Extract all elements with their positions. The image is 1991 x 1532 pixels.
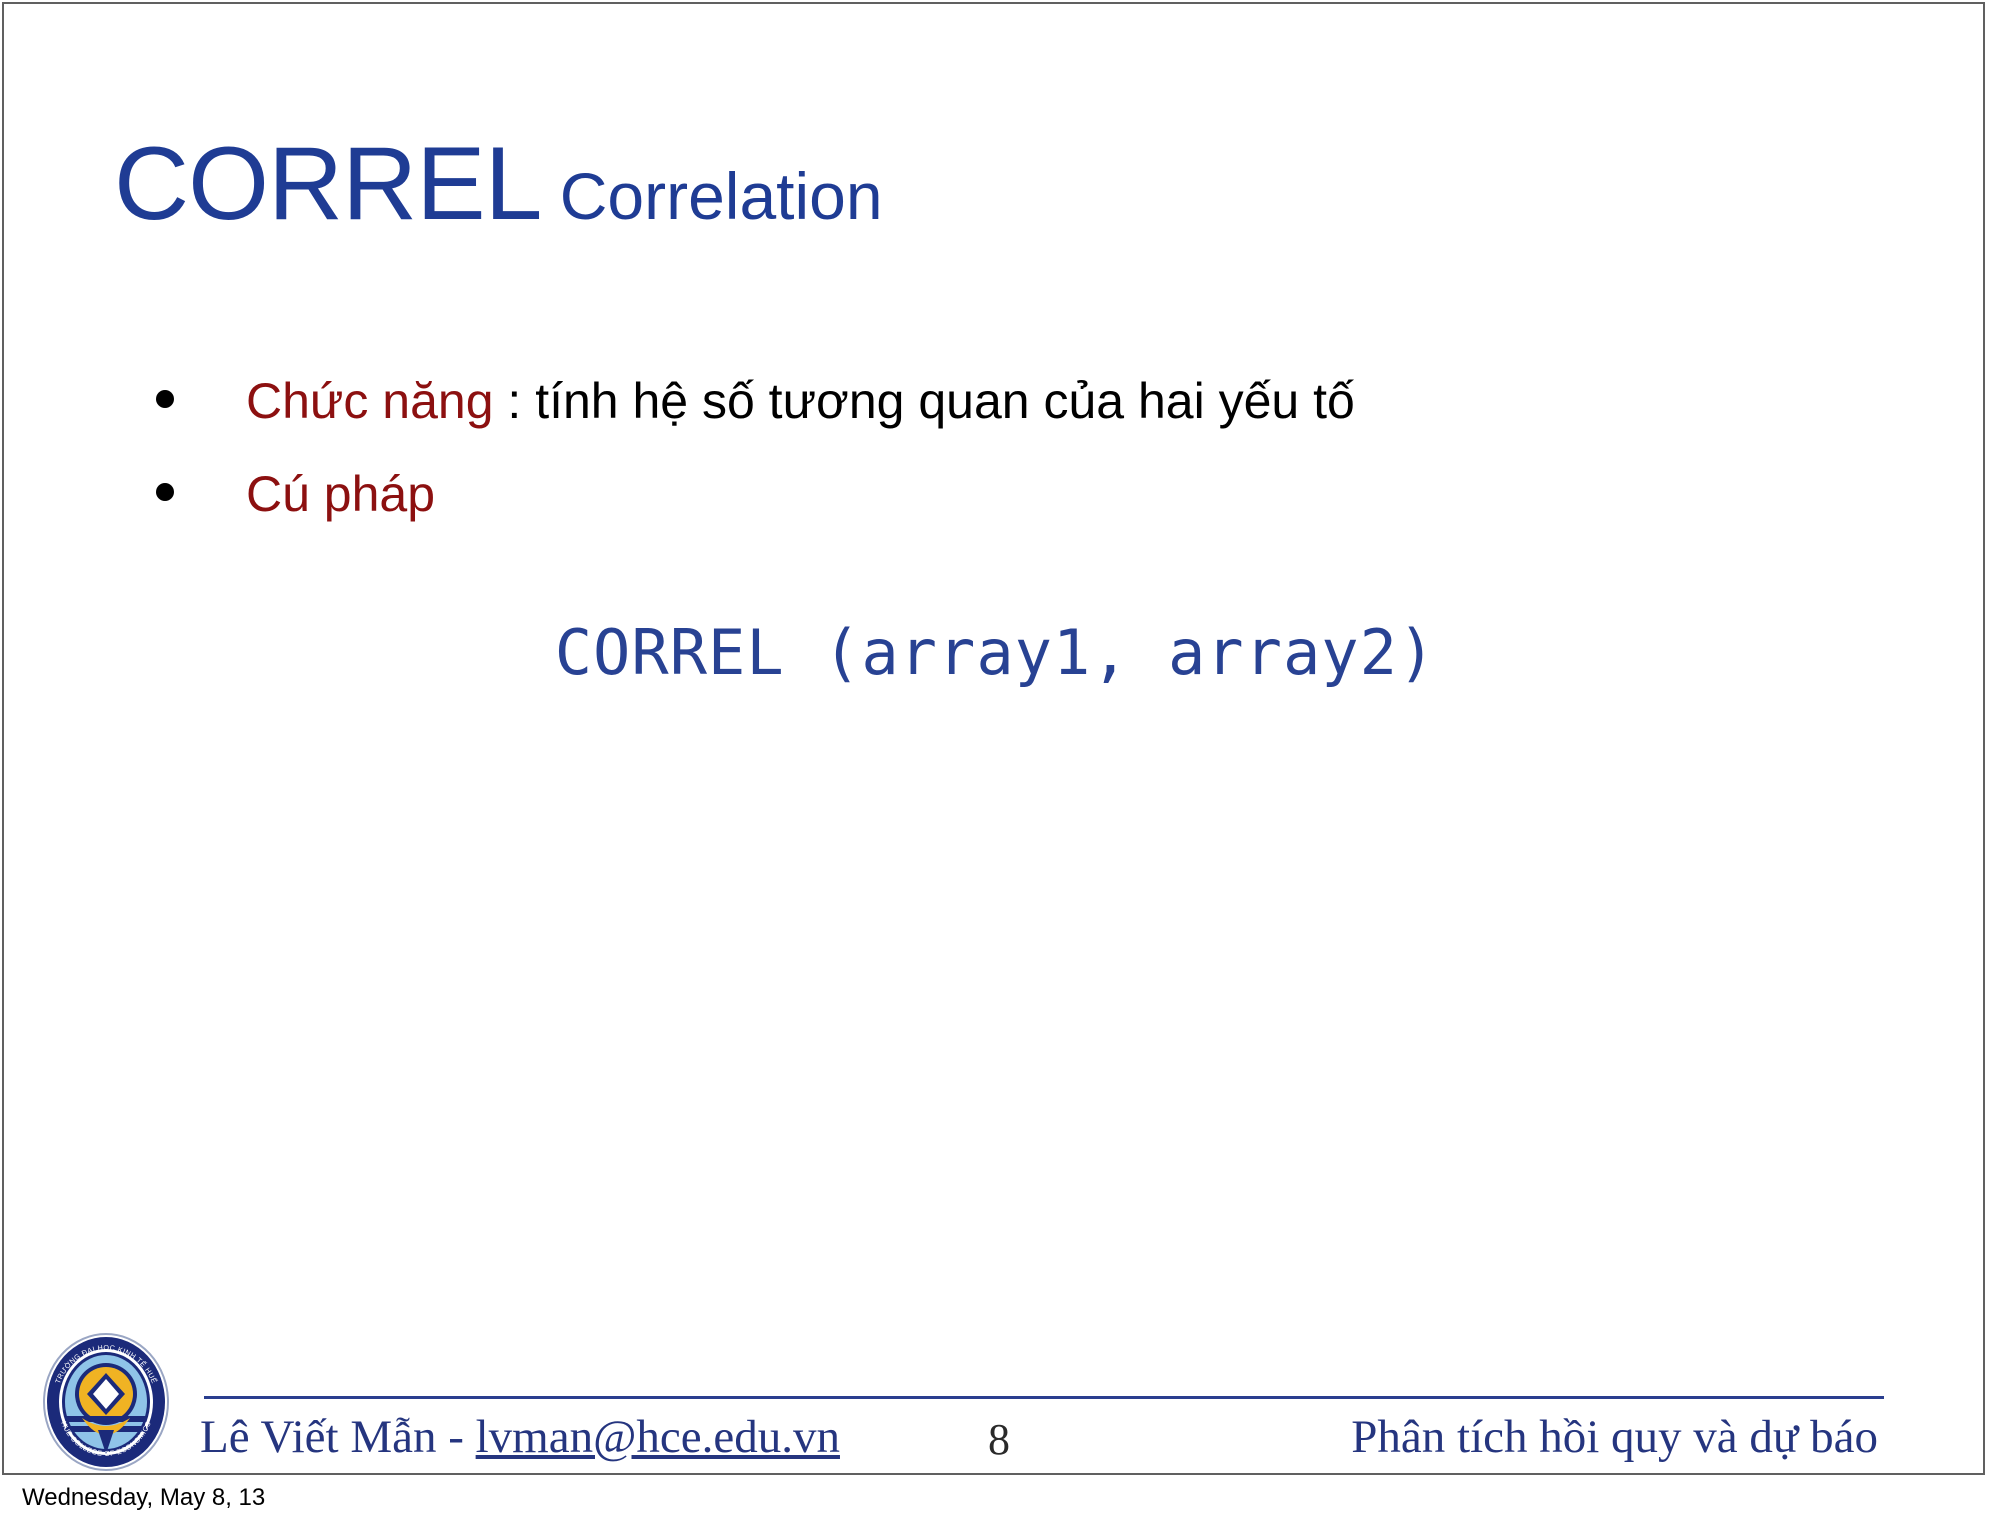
page-number: 8 (988, 1415, 1010, 1464)
footer-divider (204, 1396, 1884, 1399)
footer-course-title: Phân tích hồi quy và dự báo (1351, 1411, 1878, 1463)
slide-canvas: CORREL Correlation Chức năng : tính hệ s… (2, 2, 1985, 1475)
function-syntax-code: CORREL (array1, array2) (554, 616, 1437, 689)
title-function-description: Correlation (541, 159, 883, 233)
bullet-text: Cú pháp (246, 469, 435, 519)
page-title: CORREL Correlation (114, 132, 883, 236)
bullet-label-rest: : tính hệ số tương quan của hai yếu tố (493, 373, 1355, 429)
bullet-label-accent: Chức năng (246, 373, 494, 429)
bullet-item-cu-phap: Cú pháp (156, 469, 435, 519)
title-function-name: CORREL (114, 126, 542, 242)
bullet-point-icon (156, 483, 174, 501)
bullet-text: Chức năng : tính hệ số tương quan của ha… (246, 376, 1355, 426)
bullet-item-chuc-nang: Chức năng : tính hệ số tương quan của ha… (156, 376, 1355, 426)
footer-author: Lê Viết Mẫn - lvman@hce.edu.vn (200, 1410, 840, 1464)
footer-author-name: Lê Viết Mẫn - (200, 1411, 476, 1463)
bullet-label-accent: Cú pháp (246, 466, 436, 522)
bullet-point-icon (156, 390, 174, 408)
date-caption: Wednesday, May 8, 13 (22, 1484, 266, 1511)
footer-author-email-link[interactable]: lvman@hce.edu.vn (476, 1411, 840, 1463)
university-logo: TRƯỜNG ĐẠI HỌC KINH TẾ HUẾ HUE COLLEGE O… (36, 1330, 176, 1474)
